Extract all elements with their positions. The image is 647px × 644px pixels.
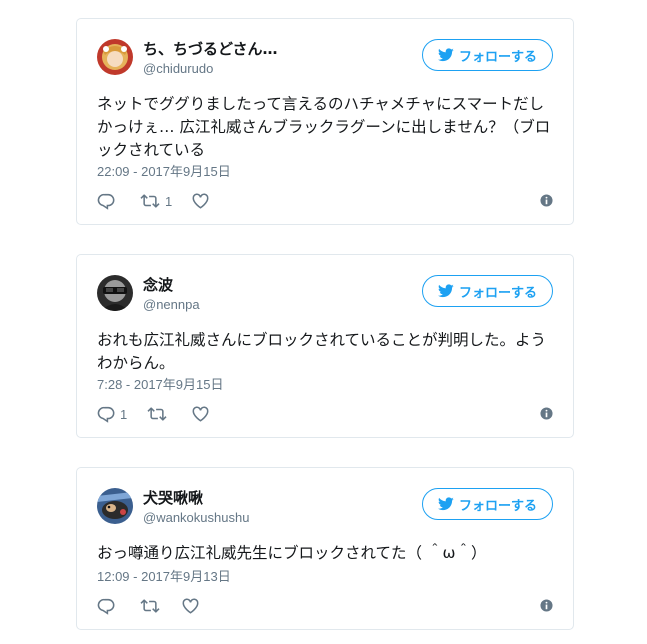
twitter-bird-icon <box>437 284 454 298</box>
avatar[interactable] <box>97 275 133 311</box>
user-name[interactable]: 犬哭啾啾 <box>143 488 203 508</box>
info-icon[interactable] <box>540 407 553 420</box>
follow-button[interactable]: フォローする <box>422 488 553 520</box>
tweet-timestamp[interactable]: 7:28 - 2017年9月15日 <box>97 377 223 393</box>
reply-icon <box>97 193 115 210</box>
retweet-icon <box>140 599 160 613</box>
twitter-bird-icon <box>437 48 454 62</box>
sunglasses-avatar-icon <box>97 275 133 311</box>
tweet-card: 犬哭啾啾 @wankokushushu フォローする おっ噂通り広江礼威先生にブ… <box>76 467 574 630</box>
reply-button[interactable]: 1 <box>97 404 127 424</box>
like-button[interactable] <box>191 191 210 211</box>
retweet-button[interactable] <box>146 404 172 424</box>
like-button[interactable] <box>181 596 200 616</box>
follow-label: フォローする <box>458 498 537 514</box>
retweet-icon <box>147 407 167 421</box>
tweet-card: ち、ちづるどさん… @chidurudo フォローする ネットでググりましたって… <box>76 18 574 225</box>
twitter-bird-icon <box>437 497 454 511</box>
retweet-count: 1 <box>165 193 173 209</box>
user-handle[interactable]: @wankokushushu <box>143 510 249 526</box>
follow-label: フォローする <box>458 49 537 65</box>
tweet-actions <box>97 596 553 616</box>
tweet-text: おれも広江礼威さんにブロックされていることが判明した。ようわからん。 <box>97 331 547 372</box>
tweet-actions: 1 <box>97 404 553 424</box>
reply-icon <box>97 406 115 423</box>
follow-button[interactable]: フォローする <box>422 39 553 71</box>
like-button[interactable] <box>191 404 210 424</box>
dog-avatar-icon <box>97 488 133 524</box>
retweet-button[interactable]: 1 <box>139 191 172 211</box>
tweet-timestamp[interactable]: 12:09 - 2017年9月13日 <box>97 569 231 585</box>
tweet-card: 念波 @nennpa フォローする おれも広江礼威さんにブロックされていることが… <box>76 254 574 438</box>
reply-count: 1 <box>120 406 128 422</box>
user-name[interactable]: ち、ちづるどさん… <box>143 39 278 59</box>
reply-button[interactable] <box>97 596 120 616</box>
tweet-timestamp[interactable]: 22:09 - 2017年9月15日 <box>97 164 231 180</box>
user-handle[interactable]: @chidurudo <box>143 61 213 77</box>
user-name[interactable]: 念波 <box>143 275 173 295</box>
heart-icon <box>192 406 209 422</box>
tweet-actions: 1 <box>97 191 553 211</box>
info-icon[interactable] <box>540 194 553 207</box>
info-icon[interactable] <box>540 599 553 612</box>
avatar[interactable] <box>97 39 133 75</box>
reply-icon <box>97 598 115 615</box>
tweet-text: おっ噂通り広江礼威先生にブロックされてた（ ＾ω＾） <box>97 544 487 562</box>
heart-icon <box>192 193 209 209</box>
follow-label: フォローする <box>458 285 537 301</box>
retweet-button[interactable] <box>139 596 165 616</box>
heart-icon <box>182 598 199 614</box>
retweet-icon <box>140 194 160 208</box>
user-handle[interactable]: @nennpa <box>143 297 200 313</box>
follow-button[interactable]: フォローする <box>422 275 553 307</box>
avatar[interactable] <box>97 488 133 524</box>
reply-button[interactable] <box>97 191 120 211</box>
tweet-text: ネットでググりましたって言えるのハチャメチャにスマートだしかっけぇ… 広江礼威さ… <box>97 95 551 159</box>
anime-avatar-icon <box>97 39 133 75</box>
